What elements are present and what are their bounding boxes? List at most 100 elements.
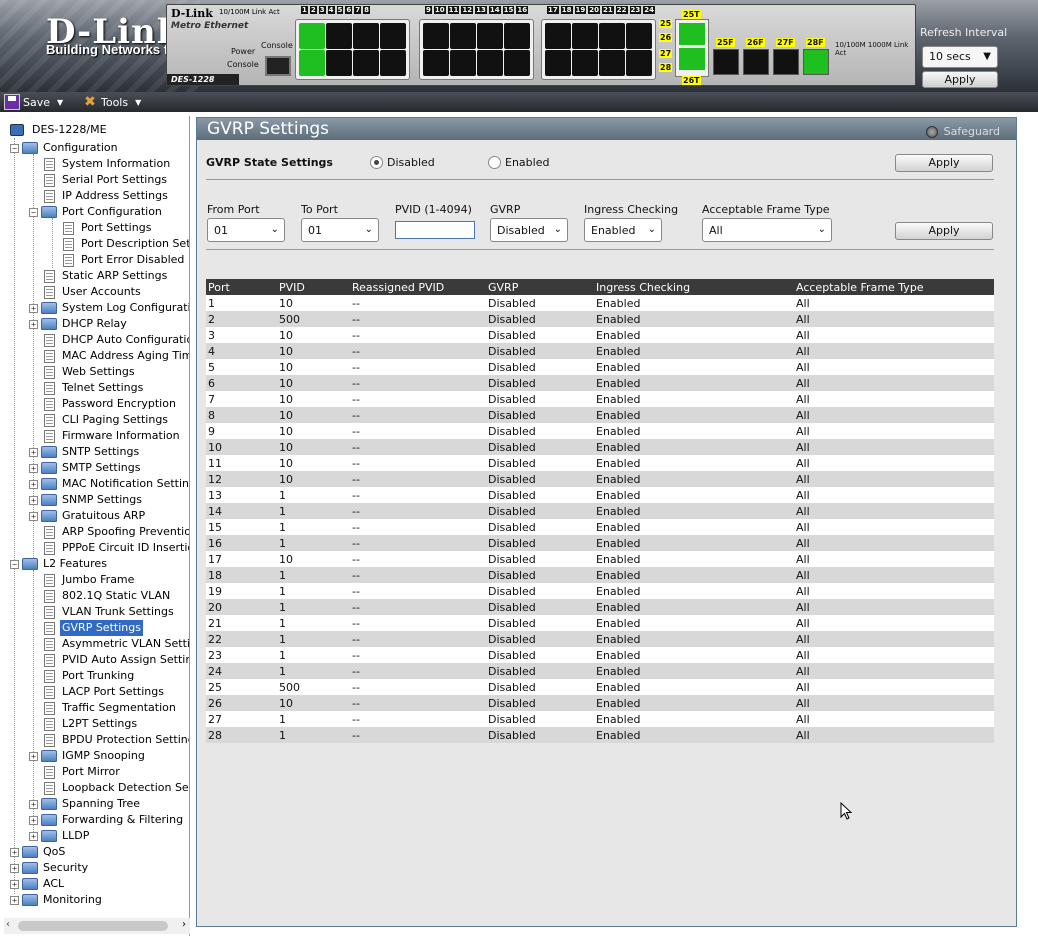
sfp-port-27f[interactable] [773, 49, 799, 75]
port-apply-button[interactable]: Apply [895, 222, 993, 240]
tree-item-asymmetric-vlan-settings[interactable]: Asymmetric VLAN Settings [44, 636, 189, 652]
expand-icon[interactable]: + [29, 447, 38, 457]
tree-item-lacp-port-settings[interactable]: LACP Port Settings [44, 684, 166, 700]
ingress-checking-select[interactable]: Enabled ⌄ [584, 218, 662, 242]
tree-item-acl[interactable]: + ACL [10, 876, 66, 892]
port-7[interactable] [380, 23, 406, 49]
tree-item-firmware-information[interactable]: Firmware Information [44, 428, 182, 444]
sfp-port-25f[interactable] [713, 49, 739, 75]
tree-item-qos[interactable]: + QoS [10, 844, 67, 860]
port-4[interactable] [326, 50, 352, 76]
tree-item-security[interactable]: + Security [10, 860, 90, 876]
tree-item-mac-notification-settings[interactable]: + MAC Notification Settings [29, 476, 189, 492]
expand-icon[interactable]: + [29, 463, 38, 473]
port-10[interactable] [423, 50, 449, 76]
port-15[interactable] [504, 23, 530, 49]
tree-item-port-configuration[interactable]: − Port Configuration [29, 204, 164, 220]
frame-type-select[interactable]: All ⌄ [702, 218, 832, 242]
expand-icon[interactable]: + [10, 879, 19, 889]
expand-icon[interactable]: + [29, 815, 38, 825]
console-port[interactable] [265, 56, 291, 76]
tree-root[interactable]: DES-1228/ME [10, 122, 109, 138]
collapse-icon[interactable]: − [29, 207, 38, 217]
expand-icon[interactable]: + [29, 479, 38, 489]
tree-item-port-trunking[interactable]: Port Trunking [44, 668, 136, 684]
tree-item-password-encryption[interactable]: Password Encryption [44, 396, 178, 412]
tree-item-ip-address-settings[interactable]: IP Address Settings [44, 188, 170, 204]
expand-icon[interactable]: + [29, 831, 38, 841]
tree-item-web-settings[interactable]: Web Settings [44, 364, 137, 380]
tree-item-port-mirror[interactable]: Port Mirror [44, 764, 122, 780]
tree-item-dhcp-relay[interactable]: + DHCP Relay [29, 316, 129, 332]
tree-item-lldp[interactable]: + LLDP [29, 828, 91, 844]
tree-item-l2-features[interactable]: − L2 Features [10, 556, 109, 572]
tree-item-serial-port-settings[interactable]: Serial Port Settings [44, 172, 169, 188]
state-apply-button[interactable]: Apply [895, 154, 993, 172]
refresh-interval-select[interactable]: 10 secs ▼ [922, 46, 998, 68]
sfp-port-28f[interactable] [803, 49, 829, 75]
scrollbar-thumb[interactable] [18, 921, 168, 931]
tree-item-gvrp-settings[interactable]: GVRP Settings [44, 620, 143, 636]
tree-item-static-arp-settings[interactable]: Static ARP Settings [44, 268, 169, 284]
port-16[interactable] [504, 50, 530, 76]
gvrp-select[interactable]: Disabled ⌄ [490, 218, 568, 242]
tree-item-cli-paging-settings[interactable]: CLI Paging Settings [44, 412, 170, 428]
port-5[interactable] [353, 23, 379, 49]
collapse-icon[interactable]: − [10, 143, 19, 153]
collapse-icon[interactable]: − [10, 559, 19, 569]
state-disabled-radio[interactable]: Disabled [370, 156, 435, 169]
port-2[interactable] [299, 50, 325, 76]
tree-item-l2pt-settings[interactable]: L2PT Settings [44, 716, 139, 732]
tree-item-bpdu-protection-settings[interactable]: BPDU Protection Settings [44, 732, 189, 748]
port-22[interactable] [599, 50, 625, 76]
to-port-select[interactable]: 01 ⌄ [301, 218, 379, 242]
scroll-right-icon[interactable]: › [182, 919, 186, 930]
port-18[interactable] [545, 50, 571, 76]
tree-item-pvid-auto-assign-settings[interactable]: PVID Auto Assign Settings [44, 652, 189, 668]
port-21[interactable] [599, 23, 625, 49]
tree-item-forwarding-filtering[interactable]: + Forwarding & Filtering [29, 812, 185, 828]
save-menu[interactable]: Save ▼ [4, 94, 63, 110]
port-9[interactable] [423, 23, 449, 49]
port-25t[interactable] [679, 23, 705, 45]
port-8[interactable] [380, 50, 406, 76]
tree-item-arp-spoofing-prevention[interactable]: ARP Spoofing Prevention [44, 524, 189, 540]
port-14[interactable] [477, 50, 503, 76]
sfp-port-26f[interactable] [743, 49, 769, 75]
tree-item-port-description-settings[interactable]: Port Description Settings [63, 236, 189, 252]
tools-menu[interactable]: ✖ Tools ▼ [82, 94, 141, 110]
port-20[interactable] [572, 50, 598, 76]
tree-item-monitoring[interactable]: + Monitoring [10, 892, 104, 908]
tree-item-system-log-configuration[interactable]: + System Log Configuration [29, 300, 189, 316]
tree-item-jumbo-frame[interactable]: Jumbo Frame [44, 572, 136, 588]
port-1[interactable] [299, 23, 325, 49]
tree-item-system-information[interactable]: System Information [44, 156, 172, 172]
state-enabled-radio[interactable]: Enabled [488, 156, 549, 169]
expand-icon[interactable]: + [10, 895, 19, 905]
tree-item-traffic-segmentation[interactable]: Traffic Segmentation [44, 700, 178, 716]
expand-icon[interactable]: + [29, 495, 38, 505]
refresh-apply-button[interactable]: Apply [922, 71, 998, 88]
tree-item-mac-address-aging-time[interactable]: MAC Address Aging Time [44, 348, 189, 364]
tree-item-vlan-trunk-settings[interactable]: VLAN Trunk Settings [44, 604, 176, 620]
expand-icon[interactable]: + [29, 751, 38, 761]
port-23[interactable] [626, 23, 652, 49]
tree-item-sntp-settings[interactable]: + SNTP Settings [29, 444, 141, 460]
expand-icon[interactable]: + [10, 863, 19, 873]
port-12[interactable] [450, 50, 476, 76]
port-24[interactable] [626, 50, 652, 76]
pvid-input[interactable] [395, 221, 475, 239]
tree-item-spanning-tree[interactable]: + Spanning Tree [29, 796, 142, 812]
tree-item-802-1q-static-vlan[interactable]: 802.1Q Static VLAN [44, 588, 172, 604]
expand-icon[interactable]: + [29, 799, 38, 809]
tree-item-user-accounts[interactable]: User Accounts [44, 284, 143, 300]
tree-item-smtp-settings[interactable]: + SMTP Settings [29, 460, 142, 476]
tree-item-igmp-snooping[interactable]: + IGMP Snooping [29, 748, 147, 764]
port-3[interactable] [326, 23, 352, 49]
expand-icon[interactable]: + [29, 511, 38, 521]
expand-icon[interactable]: + [29, 319, 38, 329]
port-19[interactable] [572, 23, 598, 49]
port-11[interactable] [450, 23, 476, 49]
tree-item-telnet-settings[interactable]: Telnet Settings [44, 380, 145, 396]
port-17[interactable] [545, 23, 571, 49]
